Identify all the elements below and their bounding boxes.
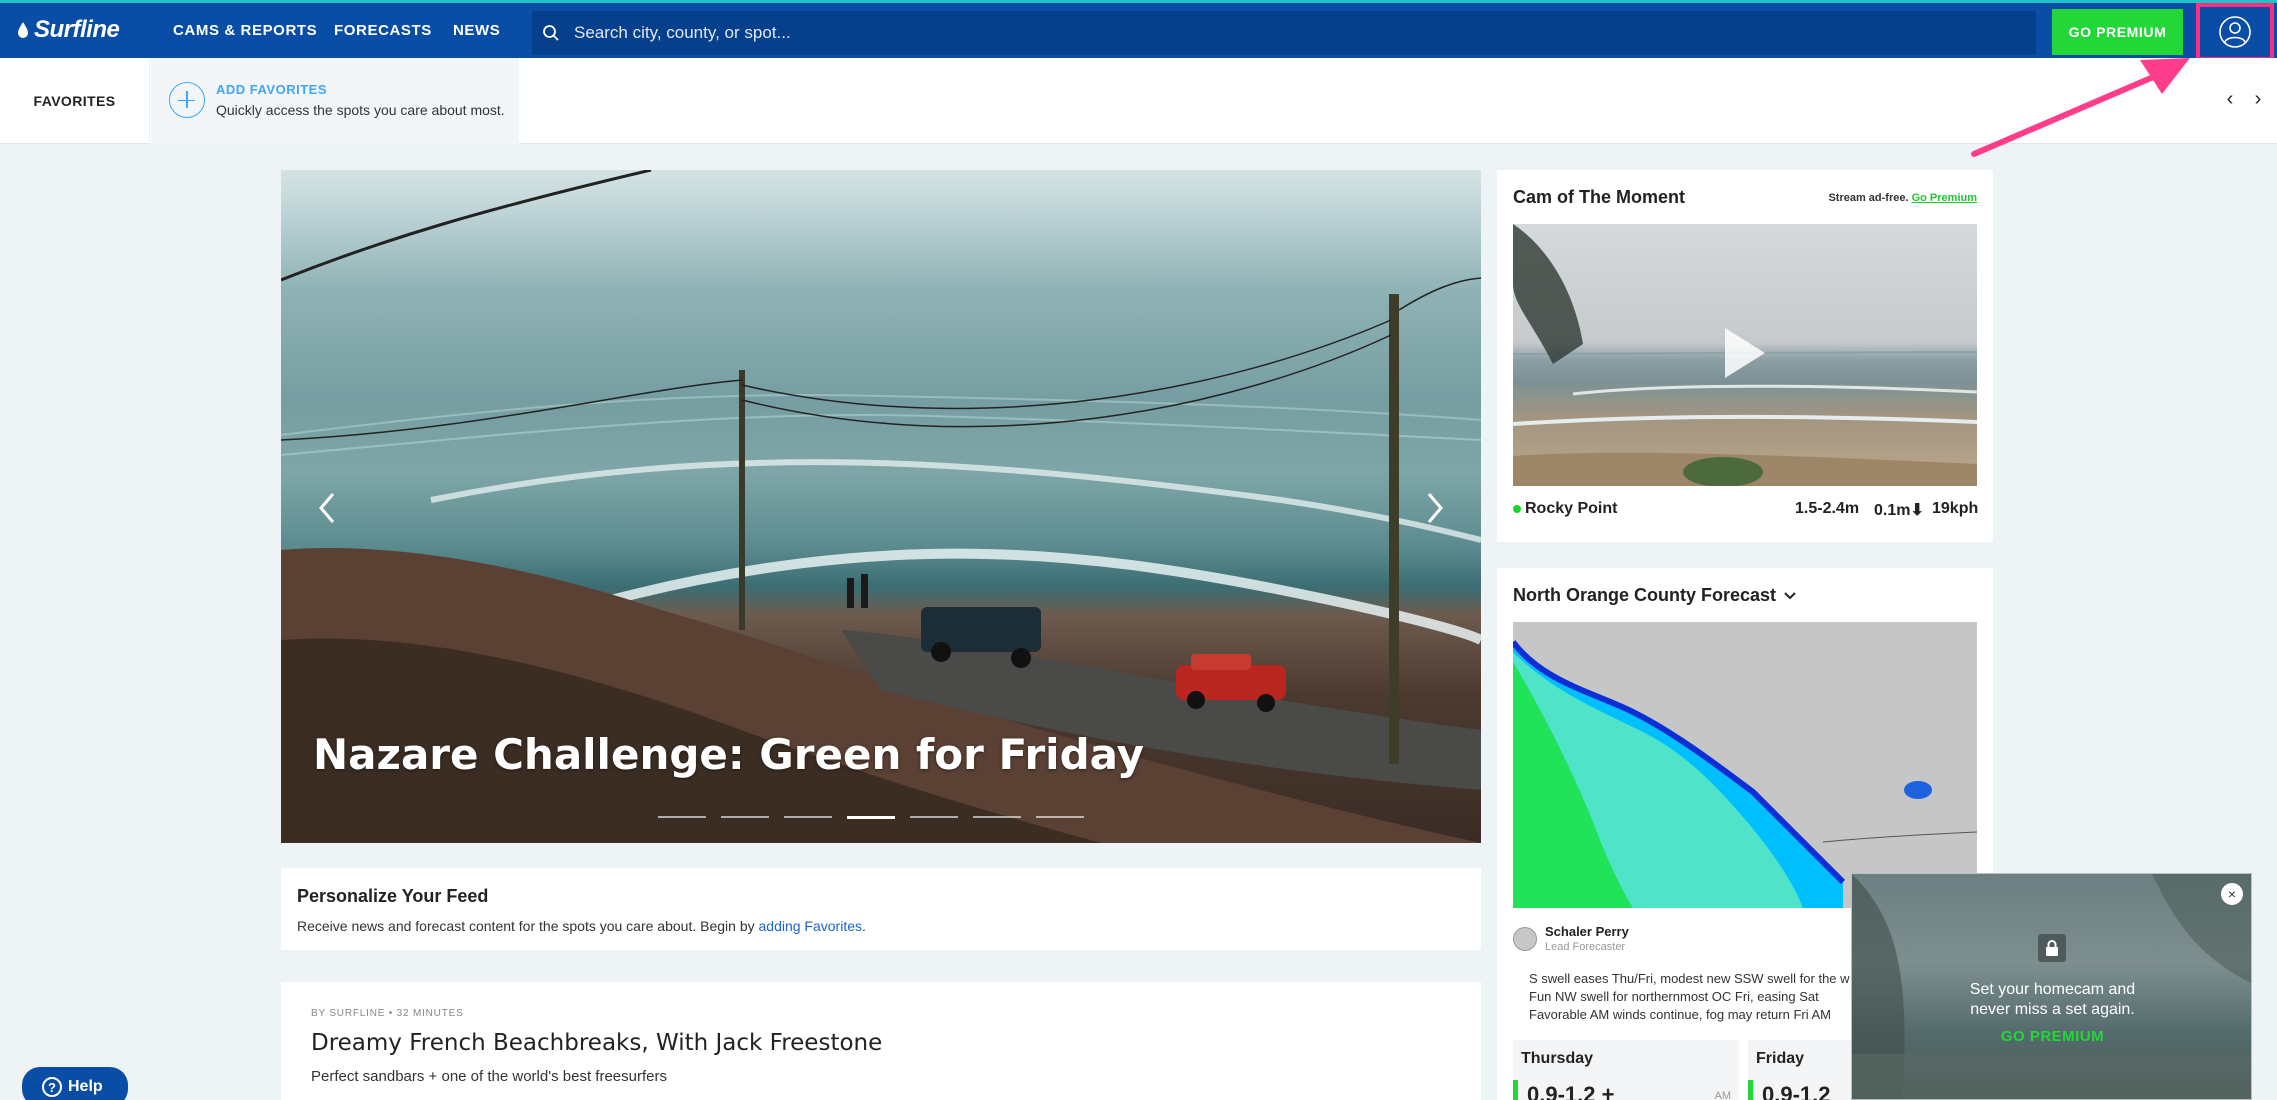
chevron-down-icon: [1784, 591, 1796, 599]
cam-promo: Stream ad-free. Go Premium: [1828, 192, 1977, 204]
article-card[interactable]: BY SURFLINE • 32 MINUTES Dreamy French B…: [281, 982, 1481, 1100]
play-icon: [1725, 328, 1765, 378]
popup-message: Set your homecam and never miss a set ag…: [1852, 980, 2251, 1020]
search-input[interactable]: Search city, county, or spot...: [532, 11, 2036, 55]
forecast-day-value: 0.9-1.2: [1762, 1082, 1831, 1100]
carousel-dot[interactable]: [784, 816, 832, 818]
cam-spot[interactable]: Rocky Point: [1513, 500, 1617, 518]
forecast-region-dropdown[interactable]: North Orange County Forecast: [1513, 585, 1796, 606]
plus-circle-icon: [169, 82, 205, 118]
avatar: [1513, 926, 1537, 951]
forecast-title: North Orange County Forecast: [1513, 585, 1777, 605]
personalize-title: Personalize Your Feed: [297, 886, 489, 906]
article-meta: BY SURFLINE • 32 MINUTES: [311, 1008, 464, 1019]
close-icon[interactable]: ×: [2221, 883, 2243, 905]
chevron-left-icon[interactable]: ‹: [2217, 86, 2243, 112]
carousel-indicators: [658, 816, 1084, 819]
go-premium-button[interactable]: GO PREMIUM: [2052, 9, 2183, 55]
logo-drop-icon: [18, 22, 28, 38]
nav-news[interactable]: NEWS: [453, 22, 500, 39]
popup-go-premium-link[interactable]: GO PREMIUM: [1852, 1028, 2251, 1045]
carousel-dot[interactable]: [910, 816, 958, 818]
carousel-dot[interactable]: [973, 816, 1021, 818]
popup-line-2: never miss a set again.: [1970, 1001, 2135, 1018]
cam-title: Cam of The Moment: [1513, 187, 1686, 207]
live-indicator-icon: [1513, 505, 1521, 513]
cam-wind: 19kph: [1932, 500, 1979, 517]
adding-favorites-link[interactable]: adding Favorites: [759, 918, 863, 934]
article-subtitle: Perfect sandbars + one of the world's be…: [311, 1068, 667, 1085]
forecast-day-value: 0.9-1.2 +: [1527, 1082, 1615, 1100]
condition-bar: [1748, 1080, 1753, 1100]
carousel-dot-active[interactable]: [847, 816, 895, 819]
add-favorites-subtitle: Quickly access the spots you care about …: [216, 102, 505, 118]
cam-go-premium-link[interactable]: Go Premium: [1912, 192, 1977, 204]
hero-prev-arrow-icon[interactable]: [311, 488, 343, 528]
personalize-feed-card: Personalize Your Feed Receive news and f…: [281, 868, 1481, 950]
forecast-day-thursday[interactable]: Thursday 0.9-1.2 + AM: [1513, 1040, 1739, 1100]
carousel-dot[interactable]: [721, 816, 769, 818]
chevron-right-icon[interactable]: ›: [2245, 86, 2271, 112]
add-favorites-title: ADD FAVORITES: [216, 82, 327, 97]
cam-tide: 0.1m⬇: [1874, 502, 1924, 519]
cam-video-player[interactable]: [1513, 224, 1977, 486]
search-icon: [543, 25, 559, 41]
forecast-day-period: AM: [1714, 1090, 1732, 1100]
hero-next-arrow-icon[interactable]: [1419, 488, 1451, 528]
condition-bar: [1513, 1080, 1518, 1100]
forecaster-role: Lead Forecaster: [1545, 941, 1626, 953]
user-icon: [2219, 16, 2251, 48]
hero-title[interactable]: Nazare Challenge: Green for Friday: [313, 730, 1144, 779]
cam-of-the-moment-card: Cam of The Moment Stream ad-free. Go Pre…: [1497, 170, 1993, 542]
nav-forecasts[interactable]: FORECASTS: [334, 22, 432, 39]
cam-wave-height: 1.5-2.4m: [1795, 500, 1860, 517]
account-button[interactable]: [2196, 3, 2274, 61]
question-icon: ?: [42, 1077, 62, 1097]
forecaster-name: Schaler Perry: [1545, 924, 1629, 939]
help-label: Help: [68, 1078, 103, 1095]
forecaster: Schaler Perry Lead Forecaster: [1513, 924, 1629, 953]
logo-text: Surfline: [34, 16, 120, 43]
top-nav: Surfline CAMS & REPORTS FORECASTS NEWS S…: [0, 0, 2277, 61]
help-button[interactable]: ? Help: [22, 1067, 128, 1100]
article-title[interactable]: Dreamy French Beachbreaks, With Jack Fre…: [311, 1030, 882, 1056]
personalize-text-body: Receive news and forecast content for th…: [297, 918, 759, 934]
favorites-label: FAVORITES: [0, 58, 150, 144]
swell-map-graphic: [1513, 622, 1977, 908]
search-placeholder: Search city, county, or spot...: [574, 23, 791, 42]
swell-map[interactable]: [1513, 622, 1977, 908]
cam-promo-text: Stream ad-free.: [1828, 192, 1912, 204]
cam-video-frame: [1513, 224, 1977, 486]
homecam-popup: × Set your homecam and never miss a set …: [1851, 873, 2252, 1100]
forecast-day-name: Friday: [1756, 1050, 1805, 1067]
nav-cams-reports[interactable]: CAMS & REPORTS: [173, 22, 317, 39]
surfline-logo[interactable]: Surfline: [16, 16, 120, 44]
add-favorites-button[interactable]: ADD FAVORITES Quickly access the spots y…: [151, 58, 519, 144]
personalize-text-end: .: [862, 918, 866, 934]
hero-carousel[interactable]: Nazare Challenge: Green for Friday: [281, 170, 1481, 843]
cam-spot-name: Rocky Point: [1525, 500, 1618, 517]
favorites-bar: FAVORITES ADD FAVORITES Quickly access t…: [0, 58, 2277, 144]
carousel-dot[interactable]: [1036, 816, 1084, 818]
personalize-text: Receive news and forecast content for th…: [297, 918, 866, 934]
lock-icon: [2038, 934, 2066, 962]
popup-line-1: Set your homecam and: [1969, 981, 2136, 998]
forecast-day-name: Thursday: [1521, 1050, 1594, 1067]
carousel-dot[interactable]: [658, 816, 706, 818]
